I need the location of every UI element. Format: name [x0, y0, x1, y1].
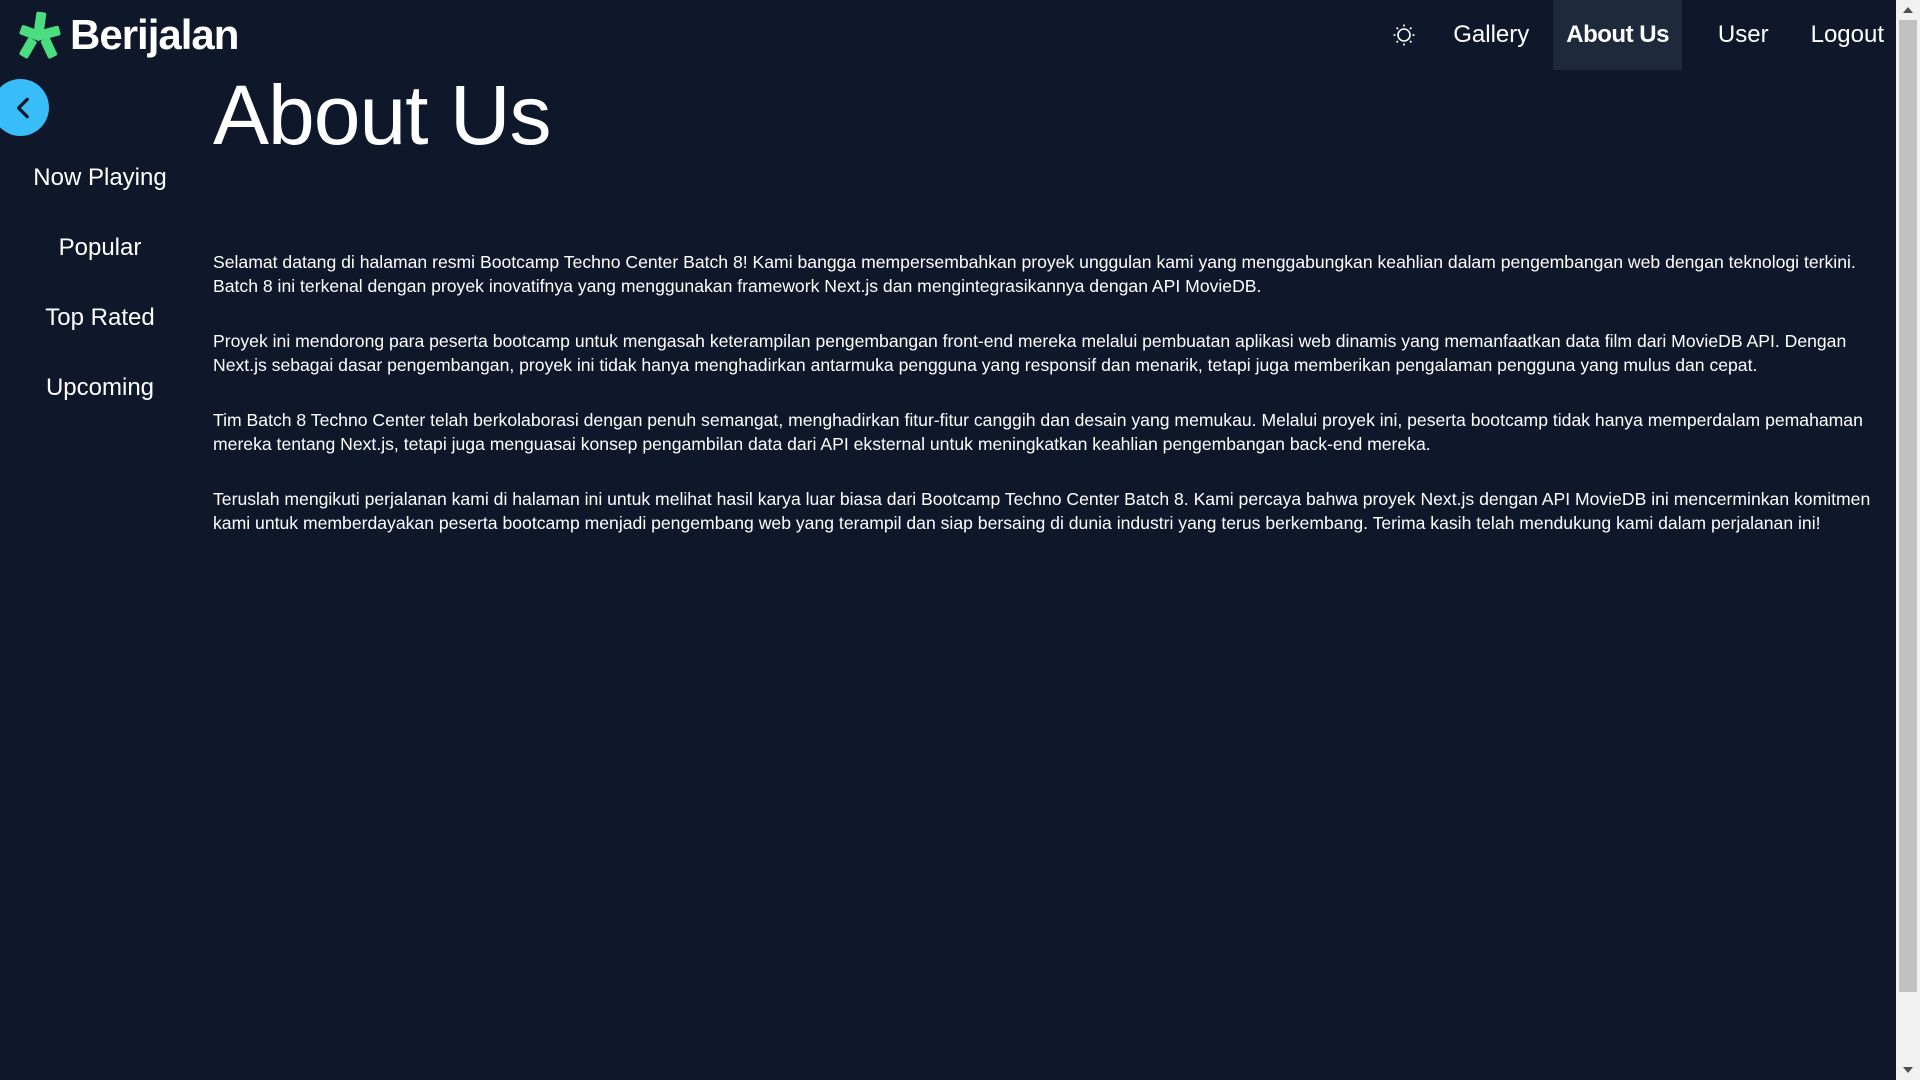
brand-name: Berijalan [70, 11, 239, 58]
brand-home-link[interactable]: Berijalan [18, 0, 239, 70]
top-navbar: Berijalan Gallery About Us User Logout [0, 0, 1896, 70]
nav-logout-link[interactable]: Logout [1799, 0, 1896, 70]
sidebar-item-top-rated[interactable]: Top Rated [0, 290, 200, 360]
page: Berijalan Gallery About Us User Logout N… [0, 0, 1920, 1080]
main-content: About Us Selamat datang di halaman resmi… [213, 70, 1883, 566]
sidebar-item-upcoming[interactable]: Upcoming [0, 360, 200, 430]
nav-user-link[interactable]: User [1706, 0, 1781, 70]
scrollbar-thumb[interactable] [1899, 20, 1917, 992]
nav-menu: Gallery About Us User Logout [1389, 0, 1896, 70]
page-title: About Us [213, 68, 552, 162]
about-paragraph-2: Proyek ini mendorong para peserta bootca… [213, 331, 1847, 375]
berijalan-logo-icon [19, 11, 61, 59]
sidebar-collapse-button[interactable] [0, 79, 49, 136]
scroll-up-arrow-icon[interactable] [1896, 0, 1920, 20]
nav-gallery-link[interactable]: Gallery [1441, 0, 1541, 70]
scroll-down-arrow-icon[interactable] [1896, 1060, 1920, 1080]
about-paragraph-1: Selamat datang di halaman resmi Bootcamp… [213, 252, 1856, 296]
about-paragraph-3: Tim Batch 8 Techno Center telah berkolab… [213, 410, 1863, 454]
theme-toggle-button[interactable] [1389, 20, 1419, 50]
sun-icon [1393, 24, 1415, 46]
vertical-scrollbar[interactable] [1896, 0, 1920, 1080]
sidebar-item-now-playing[interactable]: Now Playing [0, 150, 200, 220]
sidebar: Now Playing Popular Top Rated Upcoming [0, 150, 200, 430]
sidebar-item-popular[interactable]: Popular [0, 220, 200, 290]
nav-about-us-link[interactable]: About Us [1553, 0, 1682, 70]
about-paragraph-4: Teruslah mengikuti perjalanan kami di ha… [213, 489, 1871, 533]
chevron-left-icon [16, 97, 29, 118]
